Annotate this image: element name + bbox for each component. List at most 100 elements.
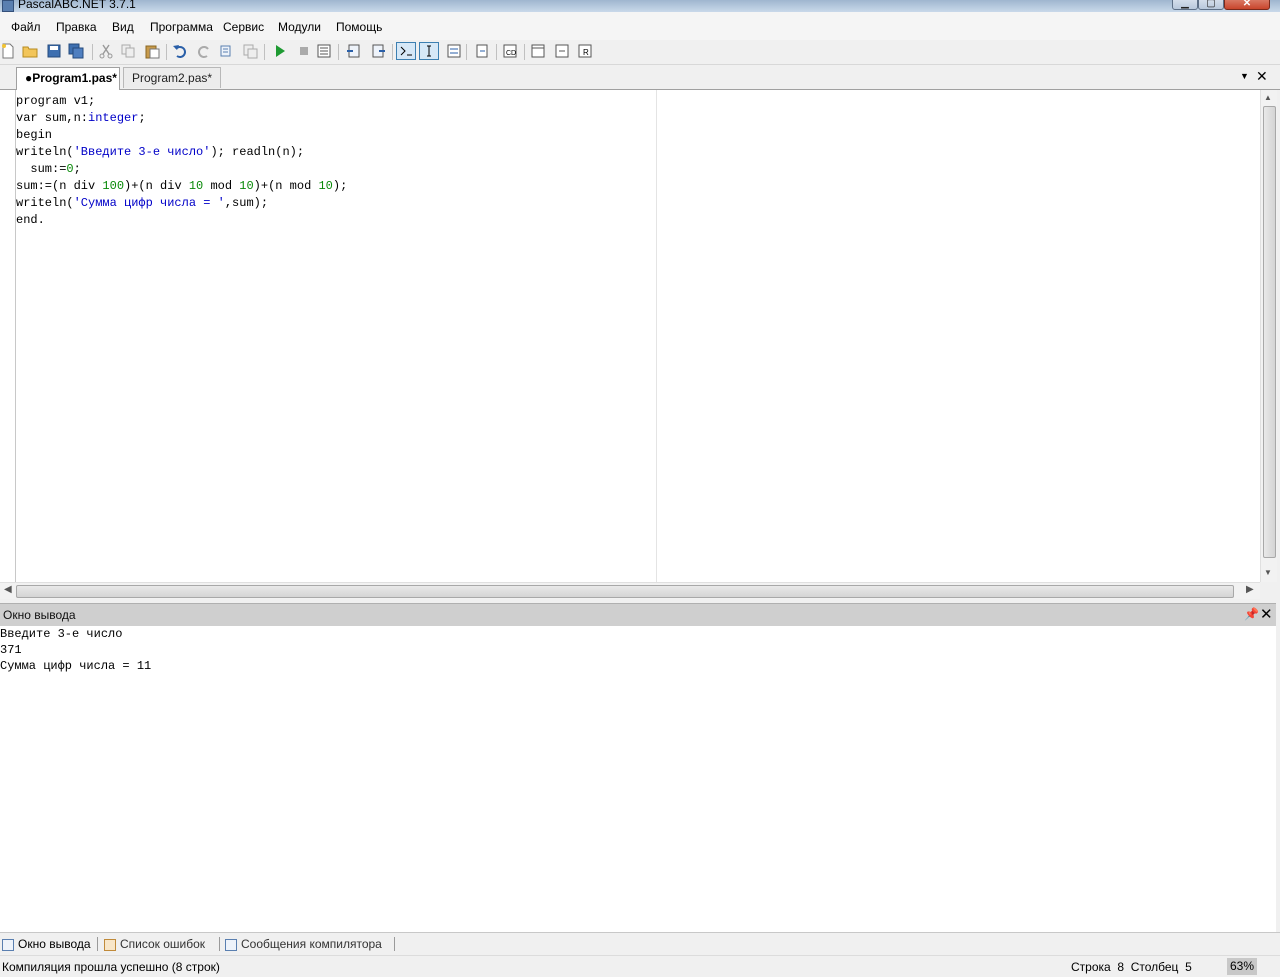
- editor-split-line: [656, 90, 657, 582]
- reload-icon[interactable]: R: [577, 43, 593, 59]
- output-panel-header: Окно вывода 📌 ✕: [0, 603, 1276, 626]
- scrollbar-thumb[interactable]: [16, 585, 1234, 598]
- tab-list-dropdown-icon[interactable]: ▼: [1240, 71, 1252, 83]
- compile-icon[interactable]: [316, 43, 332, 59]
- cursor-position: Строка 8 Столбец 5: [1071, 960, 1192, 974]
- redo-icon[interactable]: [196, 43, 212, 59]
- toolbar-separator: [466, 44, 467, 60]
- code-token: 10: [239, 179, 254, 193]
- stop-icon[interactable]: [296, 43, 312, 59]
- scroll-up-icon[interactable]: ▲: [1264, 93, 1272, 102]
- toolbar: CD R: [0, 40, 1280, 65]
- paste-icon[interactable]: [144, 43, 160, 59]
- console-icon[interactable]: [396, 42, 416, 60]
- close-tab-icon[interactable]: ✕: [1256, 68, 1270, 84]
- window-title: PascalABC.NET 3.7.1: [18, 0, 136, 11]
- pin-icon[interactable]: 📌: [1244, 607, 1259, 621]
- undo-icon[interactable]: [172, 43, 188, 59]
- svg-text:CD: CD: [506, 50, 516, 57]
- tab-error-list[interactable]: Список ошибок: [104, 936, 205, 954]
- scroll-down-icon[interactable]: ▼: [1264, 568, 1272, 577]
- cut-icon[interactable]: [98, 43, 114, 59]
- tab-program2[interactable]: Program2.pas*: [123, 67, 221, 88]
- code-token: 10: [318, 179, 333, 193]
- tab-output-window[interactable]: Окно вывода: [2, 936, 91, 954]
- menu-service[interactable]: Сервис: [223, 20, 264, 34]
- code-line: begin: [16, 127, 347, 144]
- format-icon[interactable]: [446, 43, 462, 59]
- code-line: writeln('Введите 3-е число'); readln(n);: [16, 144, 347, 161]
- tab-separator: [394, 937, 395, 951]
- menu-modules[interactable]: Модули: [278, 20, 321, 34]
- vertical-scrollbar[interactable]: ▲ ▼: [1260, 90, 1277, 582]
- code-token: 'Введите 3-е число': [73, 145, 211, 159]
- code-token: mod: [203, 179, 240, 193]
- code-token: ;: [73, 162, 81, 176]
- code-token: ); readln(n);: [210, 145, 305, 159]
- text-cursor-icon[interactable]: [419, 42, 439, 60]
- menu-bar: Файл Правка Вид Программа Сервис Модули …: [0, 12, 1280, 41]
- code-token: program v1;: [16, 94, 96, 108]
- tab-label: Список ошибок: [120, 937, 206, 951]
- code-line: writeln('Сумма цифр числа = ',sum);: [16, 195, 347, 212]
- toolbar-separator: [338, 44, 339, 60]
- compiler-messages-icon: [225, 938, 237, 951]
- run-icon[interactable]: [272, 43, 288, 59]
- save-icon[interactable]: [46, 43, 62, 59]
- menu-program[interactable]: Программа: [150, 20, 213, 34]
- bottom-panel-tabs: Окно вывода Список ошибок Сообщения комп…: [0, 932, 1280, 955]
- open-folder-icon[interactable]: [22, 43, 38, 59]
- menu-view[interactable]: Вид: [112, 20, 134, 34]
- output-line: Введите 3-е число: [0, 627, 123, 641]
- minimize-button[interactable]: ▁: [1172, 0, 1198, 10]
- toolbar-separator: [392, 44, 393, 60]
- menu-file[interactable]: Файл: [11, 20, 41, 34]
- app-icon: [2, 0, 14, 12]
- new-file-icon[interactable]: [0, 43, 16, 59]
- output-panel-title: Окно вывода: [3, 608, 76, 622]
- zoom-level[interactable]: 63%: [1227, 958, 1257, 975]
- close-panel-icon[interactable]: ✕: [1260, 605, 1273, 623]
- scrollbar-thumb[interactable]: [1263, 106, 1276, 558]
- close-window-button[interactable]: ✕: [1224, 0, 1270, 10]
- tab-separator: [97, 937, 98, 951]
- scroll-left-icon[interactable]: ◀: [4, 584, 12, 595]
- replace-icon[interactable]: [242, 43, 258, 59]
- code-token: )+(n mod: [253, 179, 319, 193]
- code-token: sum:=(n div: [16, 179, 103, 193]
- maximize-button[interactable]: ▢: [1198, 0, 1224, 10]
- status-bar: Компиляция прошла успешно (8 строк) Стро…: [0, 955, 1280, 977]
- menu-help[interactable]: Помощь: [336, 20, 382, 34]
- code-templates-icon[interactable]: CD: [502, 43, 518, 59]
- scroll-right-icon[interactable]: ▶: [1246, 584, 1254, 595]
- title-bar: PascalABC.NET 3.7.1 ▁ ▢ ✕: [0, 0, 1280, 12]
- find-icon[interactable]: [218, 43, 234, 59]
- code-token: integer: [88, 111, 139, 125]
- form-designer-icon[interactable]: [530, 43, 546, 59]
- code-token: sum:=: [16, 162, 67, 176]
- navigate-icon[interactable]: [474, 43, 490, 59]
- code-text[interactable]: program v1; var sum,n:integer; begin writel…: [16, 93, 347, 229]
- code-token: writeln(: [16, 145, 74, 159]
- copy-icon[interactable]: [120, 43, 136, 59]
- code-editor[interactable]: program v1; var sum,n:integer; begin writel…: [0, 90, 1277, 582]
- code-token: end.: [16, 213, 45, 227]
- tab-compiler-messages[interactable]: Сообщения компилятора: [225, 936, 382, 954]
- debug-into-icon[interactable]: [370, 43, 386, 59]
- toolbar-separator: [92, 44, 93, 60]
- document-tab-strip: ●Program1.pas* Program2.pas* ▼ ✕: [0, 65, 1280, 90]
- code-token: 'Сумма цифр числа = ': [73, 196, 225, 210]
- output-window[interactable]: Введите 3-е число 371 Сумма цифр числа =…: [0, 626, 1276, 932]
- tab-label: Окно вывода: [18, 937, 91, 951]
- horizontal-scrollbar[interactable]: ◀ ▶: [0, 582, 1260, 599]
- toolbar-separator: [496, 44, 497, 60]
- code-line: sum:=0;: [16, 161, 347, 178]
- debug-step-icon[interactable]: [346, 43, 362, 59]
- save-all-icon[interactable]: [68, 43, 84, 59]
- code-token: 100: [102, 179, 125, 193]
- code-token: )+(n div: [124, 179, 189, 193]
- tab-program1[interactable]: ●Program1.pas*: [16, 67, 120, 90]
- breakpoint-icon[interactable]: [554, 43, 570, 59]
- toolbar-separator: [264, 44, 265, 60]
- menu-edit[interactable]: Правка: [56, 20, 97, 34]
